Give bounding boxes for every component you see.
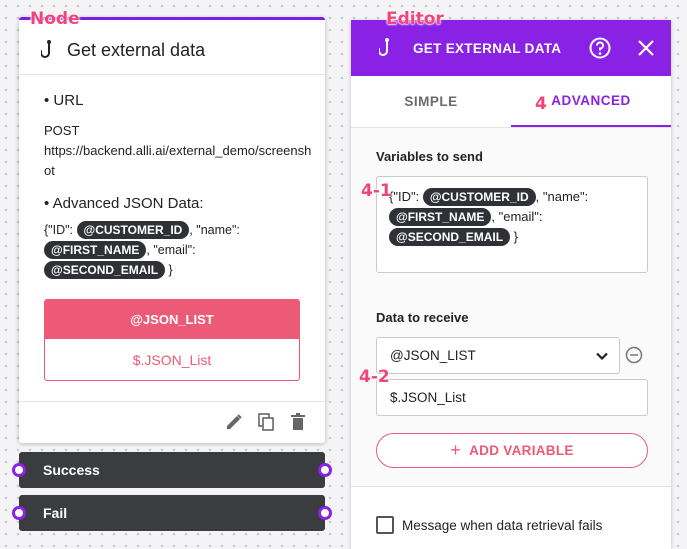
json-text: } (513, 229, 519, 244)
chevron-down-icon (596, 352, 608, 360)
help-icon[interactable] (589, 37, 611, 59)
json-heading: • Advanced JSON Data: (44, 195, 204, 212)
variables-textarea[interactable]: {"ID": @CUSTOMER_ID, "name": @FIRST_NAME… (376, 176, 648, 273)
close-icon[interactable] (637, 39, 655, 57)
url-heading: • URL (44, 92, 84, 109)
variable-chip: @SECOND_EMAIL (44, 261, 166, 279)
connector-handle[interactable] (318, 463, 332, 477)
receive-mapping: @JSON_LIST $.JSON_List (44, 299, 300, 381)
outlet-success-label: Success (43, 462, 100, 478)
annotation-node: Node (30, 9, 80, 29)
annotation-editor: Editor (386, 9, 444, 29)
node-divider (19, 74, 325, 75)
json-text: {"ID": (389, 189, 420, 204)
hook-icon (41, 40, 51, 58)
receive-path: $.JSON_List (132, 351, 212, 368)
add-variable-button[interactable]: + ADD VARIABLE (376, 433, 648, 468)
variable-chip: @SECOND_EMAIL (389, 228, 511, 246)
hook-icon (379, 38, 389, 56)
node-title: Get external data (67, 39, 206, 60)
receive-label: Data to receive (376, 310, 469, 325)
annotation-receive-marker: 4-2 (359, 367, 390, 387)
json-text: } (168, 263, 173, 277)
json-path-value: $.JSON_List (390, 390, 466, 405)
json-text: , "name": (535, 189, 589, 204)
json-text: , "email": (146, 243, 196, 257)
connector-handle[interactable] (12, 506, 26, 520)
node-footer-divider (19, 401, 325, 402)
json-text: , "email": (491, 209, 543, 224)
edit-icon[interactable] (225, 413, 243, 431)
variable-chip: @FIRST_NAME (44, 241, 147, 259)
editor-divider (351, 486, 671, 487)
variable-chip: @FIRST_NAME (389, 208, 492, 226)
variables-label: Variables to send (376, 149, 483, 164)
fail-message-checkbox[interactable] (376, 516, 394, 534)
outlet-fail[interactable]: Fail (12, 495, 332, 531)
variable-chip: @CUSTOMER_ID (422, 188, 536, 206)
json-data: {"ID": @CUSTOMER_ID, "name": @FIRST_NAME… (44, 220, 314, 280)
editor-tabs: SIMPLE ADVANCED (351, 76, 671, 128)
node-actions (225, 413, 307, 431)
add-variable-label: ADD VARIABLE (469, 443, 574, 458)
remove-circle-icon[interactable] (625, 346, 643, 364)
copy-icon[interactable] (257, 413, 275, 431)
delete-icon[interactable] (289, 413, 307, 431)
variable-chip: @CUSTOMER_ID (76, 221, 190, 239)
editor-panel: GET EXTERNAL DATA SIMPLE ADVANCED Variab… (351, 20, 671, 549)
receive-variable: @JSON_LIST (45, 300, 299, 339)
fail-message-option[interactable]: Message when data retrieval fails (376, 516, 602, 534)
node-card[interactable]: Get external data • URL POST https://bac… (19, 17, 325, 443)
variable-select-value: @JSON_LIST (390, 348, 476, 363)
request-url: https://backend.alli.ai/external_demo/sc… (44, 143, 312, 178)
fail-message-label: Message when data retrieval fails (402, 517, 603, 533)
plus-icon: + (450, 440, 462, 460)
variable-select[interactable]: @JSON_LIST (376, 337, 620, 374)
annotation-variables-marker: 4-1 (361, 181, 392, 201)
node-body: • URL POST https://backend.alli.ai/exter… (44, 92, 314, 280)
json-text: {"ID": (44, 223, 74, 237)
annotation-tab-marker: 4 (535, 94, 547, 114)
connector-handle[interactable] (318, 506, 332, 520)
http-method: POST (44, 123, 80, 138)
tab-simple[interactable]: SIMPLE (351, 76, 511, 127)
outlet-fail-label: Fail (43, 505, 68, 521)
connector-handle[interactable] (12, 463, 26, 477)
outlet-success[interactable]: Success (12, 452, 332, 488)
editor-title: GET EXTERNAL DATA (413, 40, 562, 56)
json-path-input[interactable]: $.JSON_List (376, 379, 648, 416)
json-text: , "name": (189, 223, 240, 237)
